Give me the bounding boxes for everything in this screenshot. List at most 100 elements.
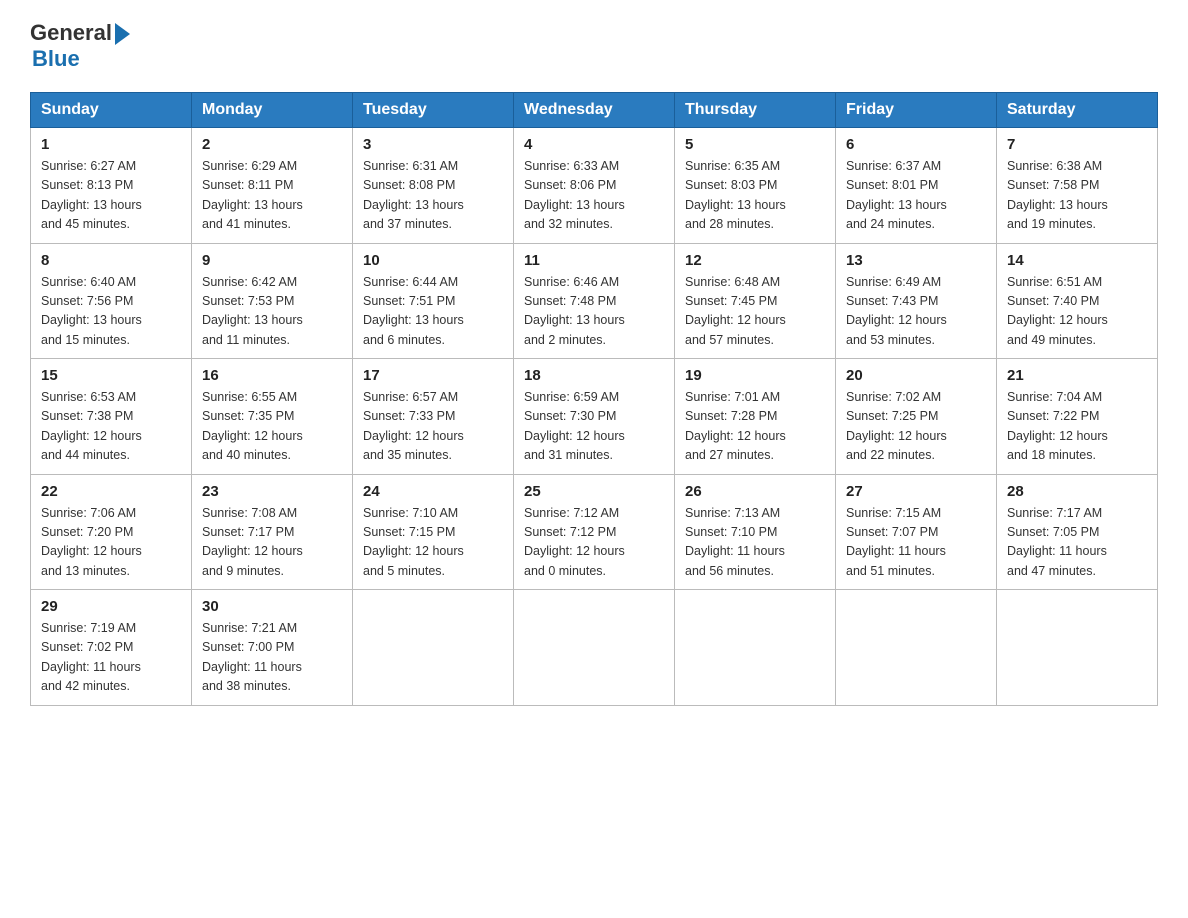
day-number: 10: [363, 252, 503, 269]
week-row-2: 8 Sunrise: 6:40 AMSunset: 7:56 PMDayligh…: [31, 243, 1158, 359]
header-saturday: Saturday: [997, 93, 1158, 128]
day-info: Sunrise: 7:19 AMSunset: 7:02 PMDaylight:…: [41, 621, 141, 693]
calendar-cell: 12 Sunrise: 6:48 AMSunset: 7:45 PMDaylig…: [675, 243, 836, 359]
day-number: 1: [41, 136, 181, 153]
calendar-cell: 10 Sunrise: 6:44 AMSunset: 7:51 PMDaylig…: [353, 243, 514, 359]
calendar-cell: 30 Sunrise: 7:21 AMSunset: 7:00 PMDaylig…: [192, 590, 353, 706]
logo-triangle-icon: [115, 23, 130, 45]
day-number: 5: [685, 136, 825, 153]
day-number: 17: [363, 367, 503, 384]
day-info: Sunrise: 6:46 AMSunset: 7:48 PMDaylight:…: [524, 275, 625, 347]
day-info: Sunrise: 6:51 AMSunset: 7:40 PMDaylight:…: [1007, 275, 1108, 347]
calendar-cell: 23 Sunrise: 7:08 AMSunset: 7:17 PMDaylig…: [192, 474, 353, 590]
calendar-cell: 3 Sunrise: 6:31 AMSunset: 8:08 PMDayligh…: [353, 128, 514, 244]
calendar-cell: 2 Sunrise: 6:29 AMSunset: 8:11 PMDayligh…: [192, 128, 353, 244]
day-info: Sunrise: 6:38 AMSunset: 7:58 PMDaylight:…: [1007, 159, 1108, 231]
logo-general: General: [30, 20, 112, 46]
calendar-cell: 17 Sunrise: 6:57 AMSunset: 7:33 PMDaylig…: [353, 359, 514, 475]
calendar-cell: 27 Sunrise: 7:15 AMSunset: 7:07 PMDaylig…: [836, 474, 997, 590]
day-info: Sunrise: 7:10 AMSunset: 7:15 PMDaylight:…: [363, 506, 464, 578]
calendar-cell: [836, 590, 997, 706]
day-number: 26: [685, 483, 825, 500]
calendar-cell: 4 Sunrise: 6:33 AMSunset: 8:06 PMDayligh…: [514, 128, 675, 244]
day-info: Sunrise: 6:29 AMSunset: 8:11 PMDaylight:…: [202, 159, 303, 231]
calendar-cell: 11 Sunrise: 6:46 AMSunset: 7:48 PMDaylig…: [514, 243, 675, 359]
day-number: 15: [41, 367, 181, 384]
day-number: 9: [202, 252, 342, 269]
day-number: 22: [41, 483, 181, 500]
day-info: Sunrise: 7:01 AMSunset: 7:28 PMDaylight:…: [685, 390, 786, 462]
day-info: Sunrise: 7:15 AMSunset: 7:07 PMDaylight:…: [846, 506, 946, 578]
day-number: 6: [846, 136, 986, 153]
day-info: Sunrise: 6:35 AMSunset: 8:03 PMDaylight:…: [685, 159, 786, 231]
calendar-cell: 13 Sunrise: 6:49 AMSunset: 7:43 PMDaylig…: [836, 243, 997, 359]
day-number: 29: [41, 598, 181, 615]
weekday-header-row: Sunday Monday Tuesday Wednesday Thursday…: [31, 93, 1158, 128]
calendar-cell: 19 Sunrise: 7:01 AMSunset: 7:28 PMDaylig…: [675, 359, 836, 475]
day-info: Sunrise: 6:57 AMSunset: 7:33 PMDaylight:…: [363, 390, 464, 462]
day-info: Sunrise: 6:44 AMSunset: 7:51 PMDaylight:…: [363, 275, 464, 347]
day-number: 7: [1007, 136, 1147, 153]
calendar-cell: 26 Sunrise: 7:13 AMSunset: 7:10 PMDaylig…: [675, 474, 836, 590]
header-tuesday: Tuesday: [353, 93, 514, 128]
day-number: 3: [363, 136, 503, 153]
header-monday: Monday: [192, 93, 353, 128]
calendar-cell: 18 Sunrise: 6:59 AMSunset: 7:30 PMDaylig…: [514, 359, 675, 475]
calendar-cell: 14 Sunrise: 6:51 AMSunset: 7:40 PMDaylig…: [997, 243, 1158, 359]
header-friday: Friday: [836, 93, 997, 128]
calendar-cell: 22 Sunrise: 7:06 AMSunset: 7:20 PMDaylig…: [31, 474, 192, 590]
calendar-cell: 29 Sunrise: 7:19 AMSunset: 7:02 PMDaylig…: [31, 590, 192, 706]
page-header: General Blue: [30, 20, 1158, 72]
calendar-cell: 8 Sunrise: 6:40 AMSunset: 7:56 PMDayligh…: [31, 243, 192, 359]
calendar-cell: 25 Sunrise: 7:12 AMSunset: 7:12 PMDaylig…: [514, 474, 675, 590]
day-info: Sunrise: 7:21 AMSunset: 7:00 PMDaylight:…: [202, 621, 302, 693]
day-info: Sunrise: 6:33 AMSunset: 8:06 PMDaylight:…: [524, 159, 625, 231]
day-number: 16: [202, 367, 342, 384]
calendar-cell: 24 Sunrise: 7:10 AMSunset: 7:15 PMDaylig…: [353, 474, 514, 590]
calendar-cell: 16 Sunrise: 6:55 AMSunset: 7:35 PMDaylig…: [192, 359, 353, 475]
day-number: 30: [202, 598, 342, 615]
calendar-cell: [353, 590, 514, 706]
day-number: 20: [846, 367, 986, 384]
day-number: 18: [524, 367, 664, 384]
week-row-1: 1 Sunrise: 6:27 AMSunset: 8:13 PMDayligh…: [31, 128, 1158, 244]
calendar-cell: 1 Sunrise: 6:27 AMSunset: 8:13 PMDayligh…: [31, 128, 192, 244]
day-number: 21: [1007, 367, 1147, 384]
day-info: Sunrise: 6:48 AMSunset: 7:45 PMDaylight:…: [685, 275, 786, 347]
calendar-cell: 7 Sunrise: 6:38 AMSunset: 7:58 PMDayligh…: [997, 128, 1158, 244]
week-row-5: 29 Sunrise: 7:19 AMSunset: 7:02 PMDaylig…: [31, 590, 1158, 706]
day-info: Sunrise: 7:02 AMSunset: 7:25 PMDaylight:…: [846, 390, 947, 462]
day-number: 13: [846, 252, 986, 269]
calendar-cell: 9 Sunrise: 6:42 AMSunset: 7:53 PMDayligh…: [192, 243, 353, 359]
day-info: Sunrise: 7:17 AMSunset: 7:05 PMDaylight:…: [1007, 506, 1107, 578]
calendar-cell: 6 Sunrise: 6:37 AMSunset: 8:01 PMDayligh…: [836, 128, 997, 244]
header-sunday: Sunday: [31, 93, 192, 128]
day-info: Sunrise: 7:04 AMSunset: 7:22 PMDaylight:…: [1007, 390, 1108, 462]
header-thursday: Thursday: [675, 93, 836, 128]
calendar-cell: 20 Sunrise: 7:02 AMSunset: 7:25 PMDaylig…: [836, 359, 997, 475]
day-number: 28: [1007, 483, 1147, 500]
calendar-cell: [997, 590, 1158, 706]
day-info: Sunrise: 6:55 AMSunset: 7:35 PMDaylight:…: [202, 390, 303, 462]
week-row-3: 15 Sunrise: 6:53 AMSunset: 7:38 PMDaylig…: [31, 359, 1158, 475]
logo-blue: Blue: [32, 46, 80, 72]
day-info: Sunrise: 7:08 AMSunset: 7:17 PMDaylight:…: [202, 506, 303, 578]
day-info: Sunrise: 7:06 AMSunset: 7:20 PMDaylight:…: [41, 506, 142, 578]
day-number: 14: [1007, 252, 1147, 269]
day-info: Sunrise: 6:59 AMSunset: 7:30 PMDaylight:…: [524, 390, 625, 462]
calendar-cell: 5 Sunrise: 6:35 AMSunset: 8:03 PMDayligh…: [675, 128, 836, 244]
header-wednesday: Wednesday: [514, 93, 675, 128]
logo: General Blue: [30, 20, 130, 72]
day-info: Sunrise: 6:40 AMSunset: 7:56 PMDaylight:…: [41, 275, 142, 347]
day-number: 25: [524, 483, 664, 500]
day-number: 23: [202, 483, 342, 500]
day-info: Sunrise: 6:42 AMSunset: 7:53 PMDaylight:…: [202, 275, 303, 347]
calendar-cell: [514, 590, 675, 706]
day-number: 2: [202, 136, 342, 153]
calendar-cell: 28 Sunrise: 7:17 AMSunset: 7:05 PMDaylig…: [997, 474, 1158, 590]
day-info: Sunrise: 6:31 AMSunset: 8:08 PMDaylight:…: [363, 159, 464, 231]
calendar-cell: [675, 590, 836, 706]
day-info: Sunrise: 6:49 AMSunset: 7:43 PMDaylight:…: [846, 275, 947, 347]
week-row-4: 22 Sunrise: 7:06 AMSunset: 7:20 PMDaylig…: [31, 474, 1158, 590]
day-info: Sunrise: 6:37 AMSunset: 8:01 PMDaylight:…: [846, 159, 947, 231]
